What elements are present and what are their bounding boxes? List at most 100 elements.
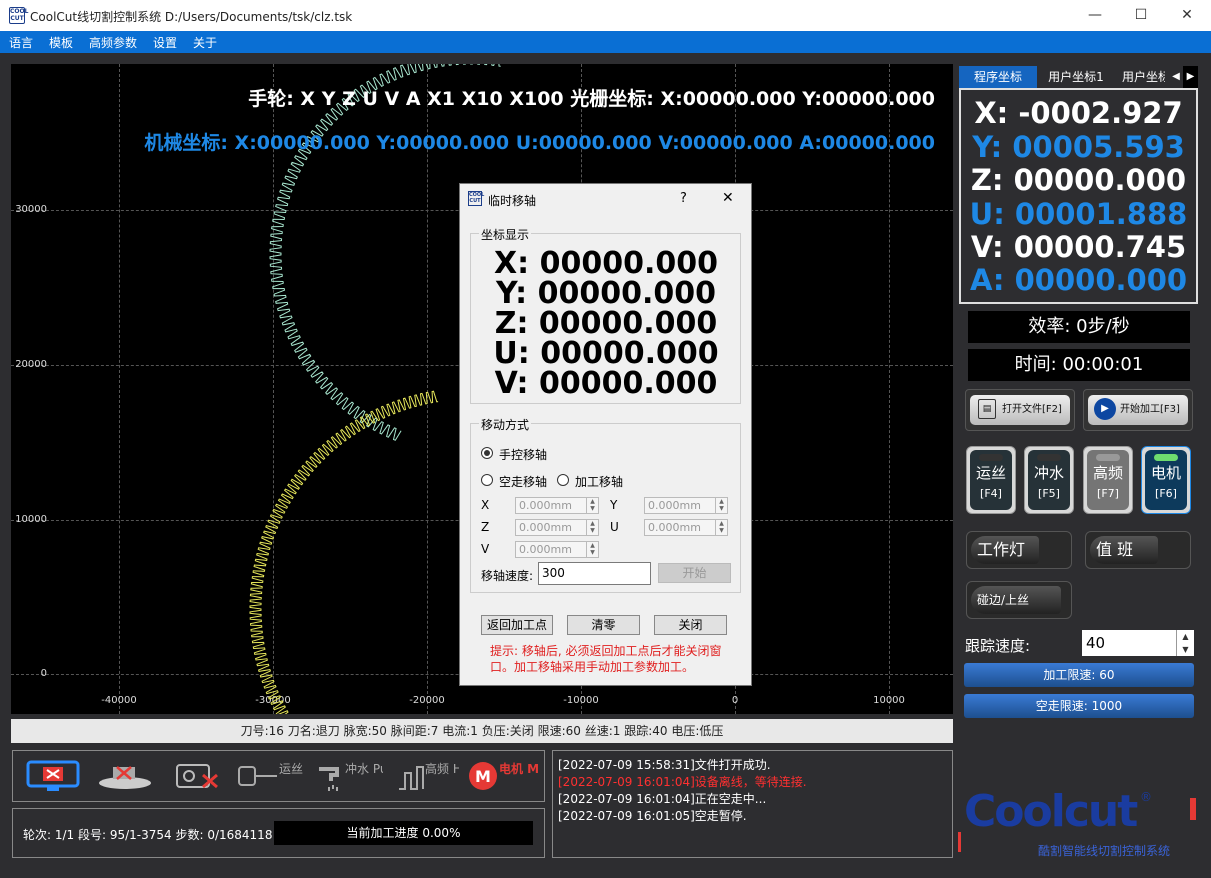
wire-icon[interactable]: 运丝 Wire bbox=[237, 759, 334, 793]
axis-v-value: 0.000mm bbox=[519, 543, 572, 556]
spin-up-icon[interactable]: ▲ bbox=[1176, 630, 1194, 643]
hf-icon[interactable]: 高频 HF bbox=[397, 759, 469, 793]
axis-v-label: V bbox=[481, 542, 490, 556]
control-box-icon[interactable] bbox=[173, 759, 223, 793]
wire-led bbox=[979, 454, 1003, 461]
close-button[interactable]: ✕ bbox=[1164, 0, 1210, 31]
screen-off-icon[interactable] bbox=[25, 759, 81, 793]
progress-panel: 轮次: 1/1 段号: 95/1-3754 步数: 0/1684118 当前加工… bbox=[12, 808, 545, 858]
move-speed-input[interactable]: 300 bbox=[538, 562, 651, 585]
open-file-button[interactable]: ▤ 打开文件[F2] bbox=[965, 389, 1075, 431]
tracking-speed-label: 跟踪速度: bbox=[965, 637, 1031, 655]
machine-icon[interactable] bbox=[97, 759, 153, 793]
menu-template[interactable]: 模板 bbox=[49, 34, 73, 51]
wire-toggle[interactable]: 运丝 [F4] bbox=[966, 446, 1016, 514]
lower-gear-path bbox=[249, 390, 439, 714]
spin-icon[interactable]: ▲ ▼ bbox=[715, 498, 727, 513]
menu-hf-params[interactable]: 高频参数 bbox=[89, 34, 137, 51]
motor-icon[interactable]: M 电机 Motor bbox=[467, 759, 567, 793]
motor-icon-label: 电机 Motor bbox=[499, 761, 539, 776]
pump-icon[interactable]: 冲水 Pump bbox=[315, 759, 407, 793]
coord-z: Z: 00000.000 bbox=[970, 163, 1187, 197]
log-line: [2022-07-09 15:58:31]文件打开成功. bbox=[558, 758, 771, 772]
progress-bar: 当前加工进度 0.00% bbox=[274, 821, 533, 845]
device-icon-strip: 运丝 Wire 冲水 Pump 高频 HF M 电机 Motor bbox=[12, 750, 567, 802]
axis-u-label: U bbox=[610, 520, 619, 534]
axis-x-field[interactable]: 0.000mm ▲ ▼ bbox=[515, 497, 599, 514]
coord-display: X: -0002.927 Y: 00005.593 Z: 00000.000 U… bbox=[959, 88, 1198, 304]
dialog-coord-v: V: 00000.000 bbox=[494, 366, 718, 401]
spin-icon[interactable]: ▲ ▼ bbox=[586, 520, 598, 535]
pump-toggle[interactable]: 冲水 [F5] bbox=[1024, 446, 1074, 514]
tab-scroll-left-icon[interactable]: ◀ bbox=[1169, 66, 1183, 88]
tracking-speed-input[interactable]: 40 ▲ ▼ bbox=[1082, 630, 1194, 656]
hf-led bbox=[1096, 454, 1120, 461]
edge-wire-button[interactable]: 碰边/上丝 bbox=[966, 581, 1072, 619]
svg-text:M: M bbox=[475, 767, 491, 786]
minimize-button[interactable]: — bbox=[1072, 0, 1118, 31]
start-move-button[interactable]: 开始 bbox=[658, 563, 731, 583]
efficiency-display: 效率: 0步/秒 bbox=[968, 311, 1190, 343]
tab-user-coords[interactable]: 用户坐标 bbox=[1115, 66, 1165, 88]
log-line: [2022-07-09 16:01:05]空走暂停. bbox=[558, 809, 747, 823]
play-icon: ▶ bbox=[1094, 398, 1116, 420]
axis-u-field[interactable]: 0.000mm ▲ ▼ bbox=[644, 519, 728, 536]
coord-tabs: 程序坐标 用户坐标1 用户坐标 ◀ ▶ bbox=[959, 66, 1198, 88]
dialog-hint: 提示: 移轴后, 必须返回加工点后才能关闭窗口。加工移轴采用手动加工参数加工。 bbox=[490, 644, 722, 674]
axis-z-field[interactable]: 0.000mm ▲ ▼ bbox=[515, 519, 599, 536]
axis-y-label: Y bbox=[610, 498, 618, 512]
spin-icon[interactable]: ▲ ▼ bbox=[586, 498, 598, 513]
start-process-button[interactable]: ▶ 开始加工[F3] bbox=[1083, 389, 1193, 431]
start-label: 开始加工[F3] bbox=[1120, 404, 1180, 415]
idle-speed-limit[interactable]: 空走限速: 1000 bbox=[964, 694, 1194, 718]
pump-icon-label: 冲水 Pump bbox=[345, 761, 383, 776]
spin-icon[interactable]: ▲ ▼ bbox=[715, 520, 727, 535]
work-light-button[interactable]: 工作灯 bbox=[966, 531, 1072, 569]
idle-move-label: 空走移轴 bbox=[499, 475, 548, 489]
hf-toggle-key: [F7] bbox=[1097, 487, 1119, 500]
manual-move-radio[interactable] bbox=[481, 447, 493, 459]
menu-language[interactable]: 语言 bbox=[9, 34, 33, 51]
axis-z-value: 0.000mm bbox=[519, 521, 572, 534]
tab-program-coords[interactable]: 程序坐标 bbox=[959, 66, 1037, 88]
axis-v-field[interactable]: 0.000mm ▲ ▼ bbox=[515, 541, 599, 558]
machine-coords-readout: 机械坐标: X:00000.000 Y:00000.000 U:00000.00… bbox=[144, 132, 935, 154]
pump-toggle-label: 冲水 bbox=[1033, 464, 1064, 482]
brand-wordmark: Coolcut bbox=[964, 786, 1138, 837]
return-point-button[interactable]: 返回加工点 bbox=[481, 615, 553, 635]
brand-subtitle: 酷割智能线切割控制系统 bbox=[1038, 844, 1171, 858]
hf-toggle-label: 高频 bbox=[1092, 464, 1123, 482]
tab-scroll-right-icon[interactable]: ▶ bbox=[1183, 66, 1198, 88]
axis-y-field[interactable]: 0.000mm ▲ ▼ bbox=[644, 497, 728, 514]
dialog-close-button[interactable]: 关闭 bbox=[654, 615, 727, 635]
round-info: 轮次: 1/1 段号: 95/1-3754 步数: 0/1684118 bbox=[23, 828, 273, 842]
duty-label: 值 班 bbox=[1090, 536, 1158, 564]
axis-z-label: Z bbox=[481, 520, 490, 534]
menu-about[interactable]: 关于 bbox=[193, 34, 217, 51]
dialog-close-icon[interactable]: ✕ bbox=[722, 190, 734, 206]
hf-toggle[interactable]: 高频 [F7] bbox=[1083, 446, 1133, 514]
spin-icon[interactable]: ▲ ▼ bbox=[586, 542, 598, 557]
duty-button[interactable]: 值 班 bbox=[1085, 531, 1191, 569]
log-panel[interactable]: [2022-07-09 15:58:31]文件打开成功. [2022-07-09… bbox=[552, 750, 953, 858]
tab-user-coords-1[interactable]: 用户坐标1 bbox=[1037, 66, 1115, 88]
clear-button[interactable]: 清零 bbox=[567, 615, 640, 635]
menu-settings[interactable]: 设置 bbox=[153, 34, 177, 51]
process-speed-limit[interactable]: 加工限速: 60 bbox=[964, 663, 1194, 687]
idle-move-radio[interactable] bbox=[481, 474, 493, 486]
maximize-button[interactable]: ☐ bbox=[1118, 0, 1164, 31]
progress-label: 当前加工进度 0.00% bbox=[346, 826, 461, 840]
log-line: [2022-07-09 16:01:04]正在空走中... bbox=[558, 792, 767, 806]
temp-move-dialog: COOL CUT 临时移轴 ? ✕ 坐标显示 X: 00000.000 Y: 0… bbox=[459, 183, 752, 686]
brand-accent bbox=[958, 832, 961, 852]
wire-toggle-label: 运丝 bbox=[975, 464, 1006, 482]
pump-led bbox=[1037, 454, 1061, 461]
motor-toggle[interactable]: 电机 [F6] bbox=[1141, 446, 1191, 514]
pump-toggle-key: [F5] bbox=[1038, 487, 1060, 500]
spin-down-icon[interactable]: ▼ bbox=[1176, 643, 1194, 656]
move-mode-title: 移动方式 bbox=[479, 416, 532, 433]
window-title: CoolCut线切割控制系统 D:/Users/Documents/tsk/cl… bbox=[30, 10, 353, 24]
help-button[interactable]: ? bbox=[680, 191, 687, 206]
edge-wire-label: 碰边/上丝 bbox=[971, 586, 1061, 614]
process-move-radio[interactable] bbox=[557, 474, 569, 486]
